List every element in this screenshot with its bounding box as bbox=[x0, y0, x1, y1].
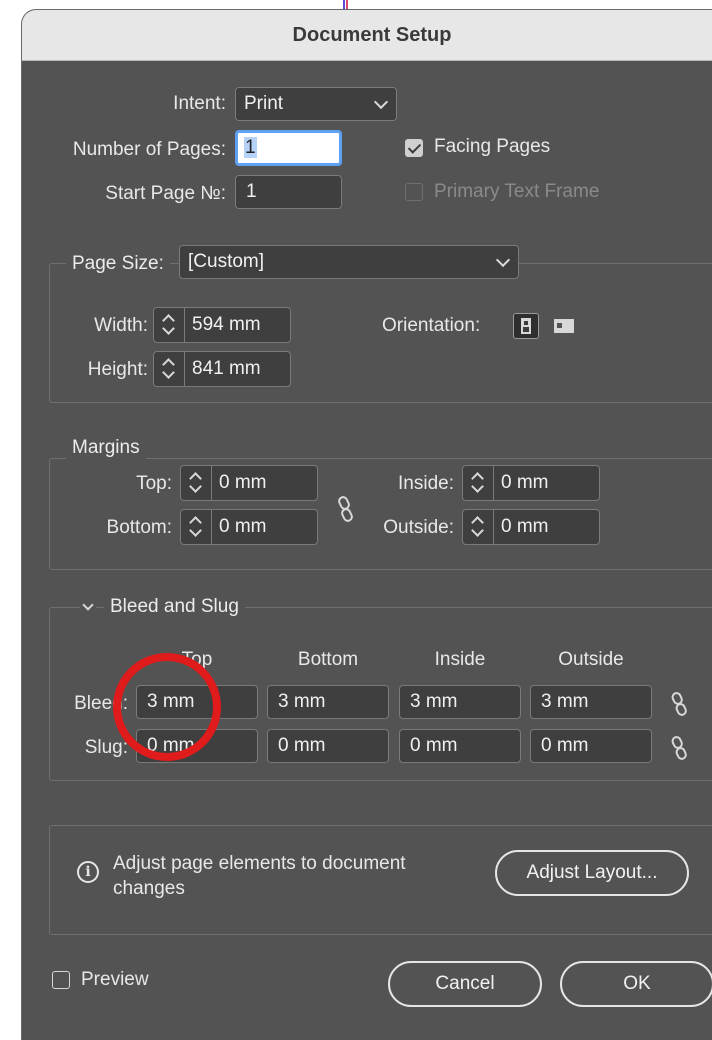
slug-bottom-input[interactable]: 0 mm bbox=[267, 729, 389, 763]
chevron-down-icon bbox=[495, 252, 511, 268]
slug-outside-value: 0 mm bbox=[541, 735, 589, 756]
width-value: 594 mm bbox=[192, 314, 261, 335]
bleed-outside-input[interactable]: 3 mm bbox=[530, 685, 652, 719]
preview-checkbox[interactable] bbox=[52, 971, 70, 989]
column-outside-header: Outside bbox=[558, 649, 624, 670]
bleed-slug-title: Bleed and Slug bbox=[104, 596, 245, 618]
start-page-value: 1 bbox=[246, 181, 257, 202]
slug-bottom-value: 0 mm bbox=[278, 735, 326, 756]
slug-chain-link-icon[interactable] bbox=[668, 735, 690, 761]
margin-inside-label: Inside: bbox=[398, 473, 454, 494]
stepper-arrows-icon[interactable] bbox=[181, 466, 212, 500]
stepper-arrows-icon[interactable] bbox=[463, 510, 494, 544]
adjust-text-line1: Adjust page elements to document bbox=[113, 853, 406, 874]
height-stepper[interactable]: 841 mm bbox=[153, 351, 291, 387]
portrait-orientation-icon[interactable] bbox=[513, 313, 539, 339]
page-size-group bbox=[49, 263, 712, 403]
start-page-label: Start Page №: bbox=[105, 183, 226, 204]
orientation-label: Orientation: bbox=[382, 315, 481, 336]
slug-inside-input[interactable]: 0 mm bbox=[399, 729, 521, 763]
dialog-title: Document Setup bbox=[292, 24, 452, 46]
bleed-outside-value: 3 mm bbox=[541, 691, 589, 712]
primary-text-frame-label: Primary Text Frame bbox=[434, 181, 600, 202]
margin-outside-stepper[interactable]: 0 mm bbox=[462, 509, 600, 545]
adjust-text-line2: changes bbox=[113, 878, 185, 899]
preview-label: Preview bbox=[81, 969, 149, 990]
width-stepper[interactable]: 594 mm bbox=[153, 307, 291, 343]
cancel-button[interactable]: Cancel bbox=[388, 961, 542, 1007]
margin-top-value: 0 mm bbox=[219, 472, 267, 493]
column-bottom-header: Bottom bbox=[297, 649, 359, 670]
margin-bottom-value: 0 mm bbox=[219, 516, 267, 537]
number-of-pages-value: 1 bbox=[244, 137, 257, 158]
facing-pages-checkbox[interactable] bbox=[405, 139, 423, 157]
column-inside-header: Inside bbox=[434, 649, 486, 670]
height-value: 841 mm bbox=[192, 358, 261, 379]
margin-top-stepper[interactable]: 0 mm bbox=[180, 465, 318, 501]
intent-select[interactable]: Print bbox=[235, 87, 397, 121]
width-label: Width: bbox=[94, 315, 148, 336]
margin-outside-value: 0 mm bbox=[501, 516, 549, 537]
number-of-pages-input[interactable]: 1 bbox=[235, 130, 342, 166]
stepper-arrows-icon[interactable] bbox=[181, 510, 212, 544]
bleed-inside-value: 3 mm bbox=[410, 691, 458, 712]
landscape-orientation-icon[interactable] bbox=[551, 313, 577, 339]
margin-top-label: Top: bbox=[136, 473, 172, 494]
page-size-value: [Custom] bbox=[188, 251, 265, 272]
bleed-bottom-input[interactable]: 3 mm bbox=[267, 685, 389, 719]
slug-inside-value: 0 mm bbox=[410, 735, 458, 756]
page-size-select[interactable]: [Custom] bbox=[179, 245, 519, 279]
adjust-layout-button[interactable]: Adjust Layout... bbox=[495, 850, 689, 896]
document-setup-dialog: Document Setup Intent: Print Number of P… bbox=[22, 10, 712, 1040]
slug-outside-input[interactable]: 0 mm bbox=[530, 729, 652, 763]
info-icon: i bbox=[77, 861, 99, 883]
start-page-input[interactable]: 1 bbox=[235, 175, 342, 209]
intent-label: Intent: bbox=[173, 93, 226, 114]
stepper-arrows-icon[interactable] bbox=[154, 352, 185, 386]
height-label: Height: bbox=[87, 359, 148, 380]
margin-outside-label: Outside: bbox=[383, 517, 454, 538]
bleed-inside-input[interactable]: 3 mm bbox=[399, 685, 521, 719]
margin-bottom-stepper[interactable]: 0 mm bbox=[180, 509, 318, 545]
intent-value: Print bbox=[244, 93, 284, 114]
margin-inside-stepper[interactable]: 0 mm bbox=[462, 465, 600, 501]
bleed-chain-link-icon[interactable] bbox=[668, 691, 690, 717]
facing-pages-label: Facing Pages bbox=[434, 136, 551, 157]
chevron-down-icon bbox=[373, 94, 389, 110]
annotation-circle bbox=[113, 653, 221, 761]
disclosure-chevron-icon[interactable] bbox=[80, 599, 96, 615]
stepper-arrows-icon[interactable] bbox=[154, 308, 185, 342]
page-size-label: Page Size: bbox=[66, 253, 170, 275]
number-of-pages-label: Number of Pages: bbox=[72, 139, 226, 160]
bleed-bottom-value: 3 mm bbox=[278, 691, 326, 712]
margins-title: Margins bbox=[66, 437, 146, 459]
slug-label: Slug: bbox=[84, 737, 128, 758]
stepper-arrows-icon[interactable] bbox=[463, 466, 494, 500]
ok-button[interactable]: OK bbox=[560, 961, 712, 1007]
margin-inside-value: 0 mm bbox=[501, 472, 549, 493]
margin-bottom-label: Bottom: bbox=[106, 517, 172, 538]
primary-text-frame-checkbox[interactable] bbox=[405, 183, 423, 201]
